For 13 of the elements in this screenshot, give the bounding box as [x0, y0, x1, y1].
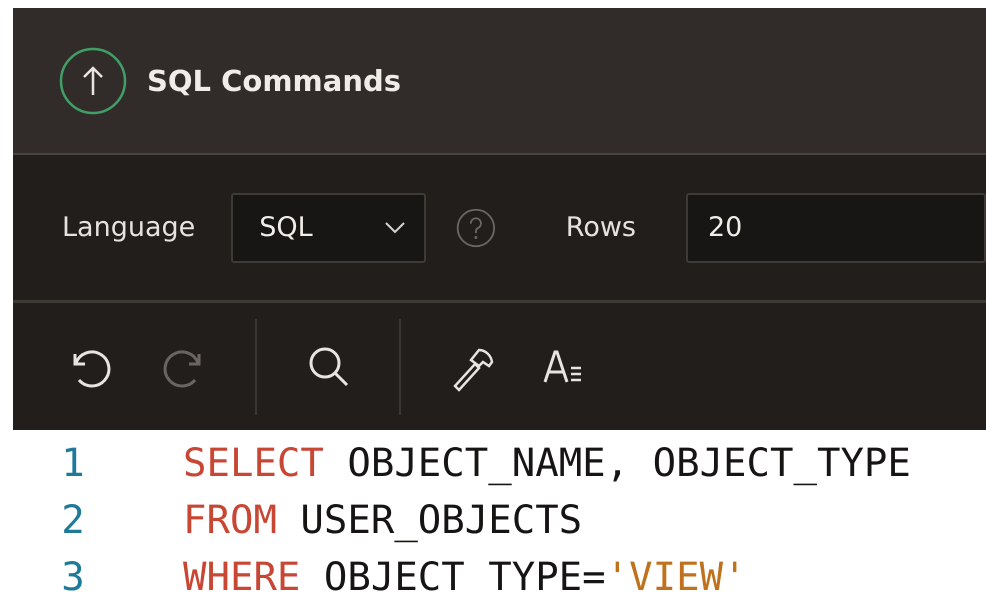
line-number: 2 — [60, 498, 86, 543]
rows-field[interactable]: 20 — [686, 192, 986, 262]
language-select[interactable]: SQL — [231, 192, 426, 262]
language-label: Language — [62, 212, 196, 243]
line-number: 1 — [60, 441, 86, 486]
upload-circle-icon — [58, 46, 128, 116]
rows-label: Rows — [566, 212, 636, 243]
line-number: 3 — [60, 555, 86, 595]
chevron-down-icon — [384, 220, 406, 234]
code-line: SELECT OBJECT_NAME, OBJECT_TYPE — [182, 441, 911, 486]
code-line: FROM USER_OBJECTS — [182, 498, 582, 543]
code-line: WHERE OBJECT_TYPE='VIEW' — [182, 555, 747, 595]
page-title: SQL Commands — [147, 64, 401, 98]
